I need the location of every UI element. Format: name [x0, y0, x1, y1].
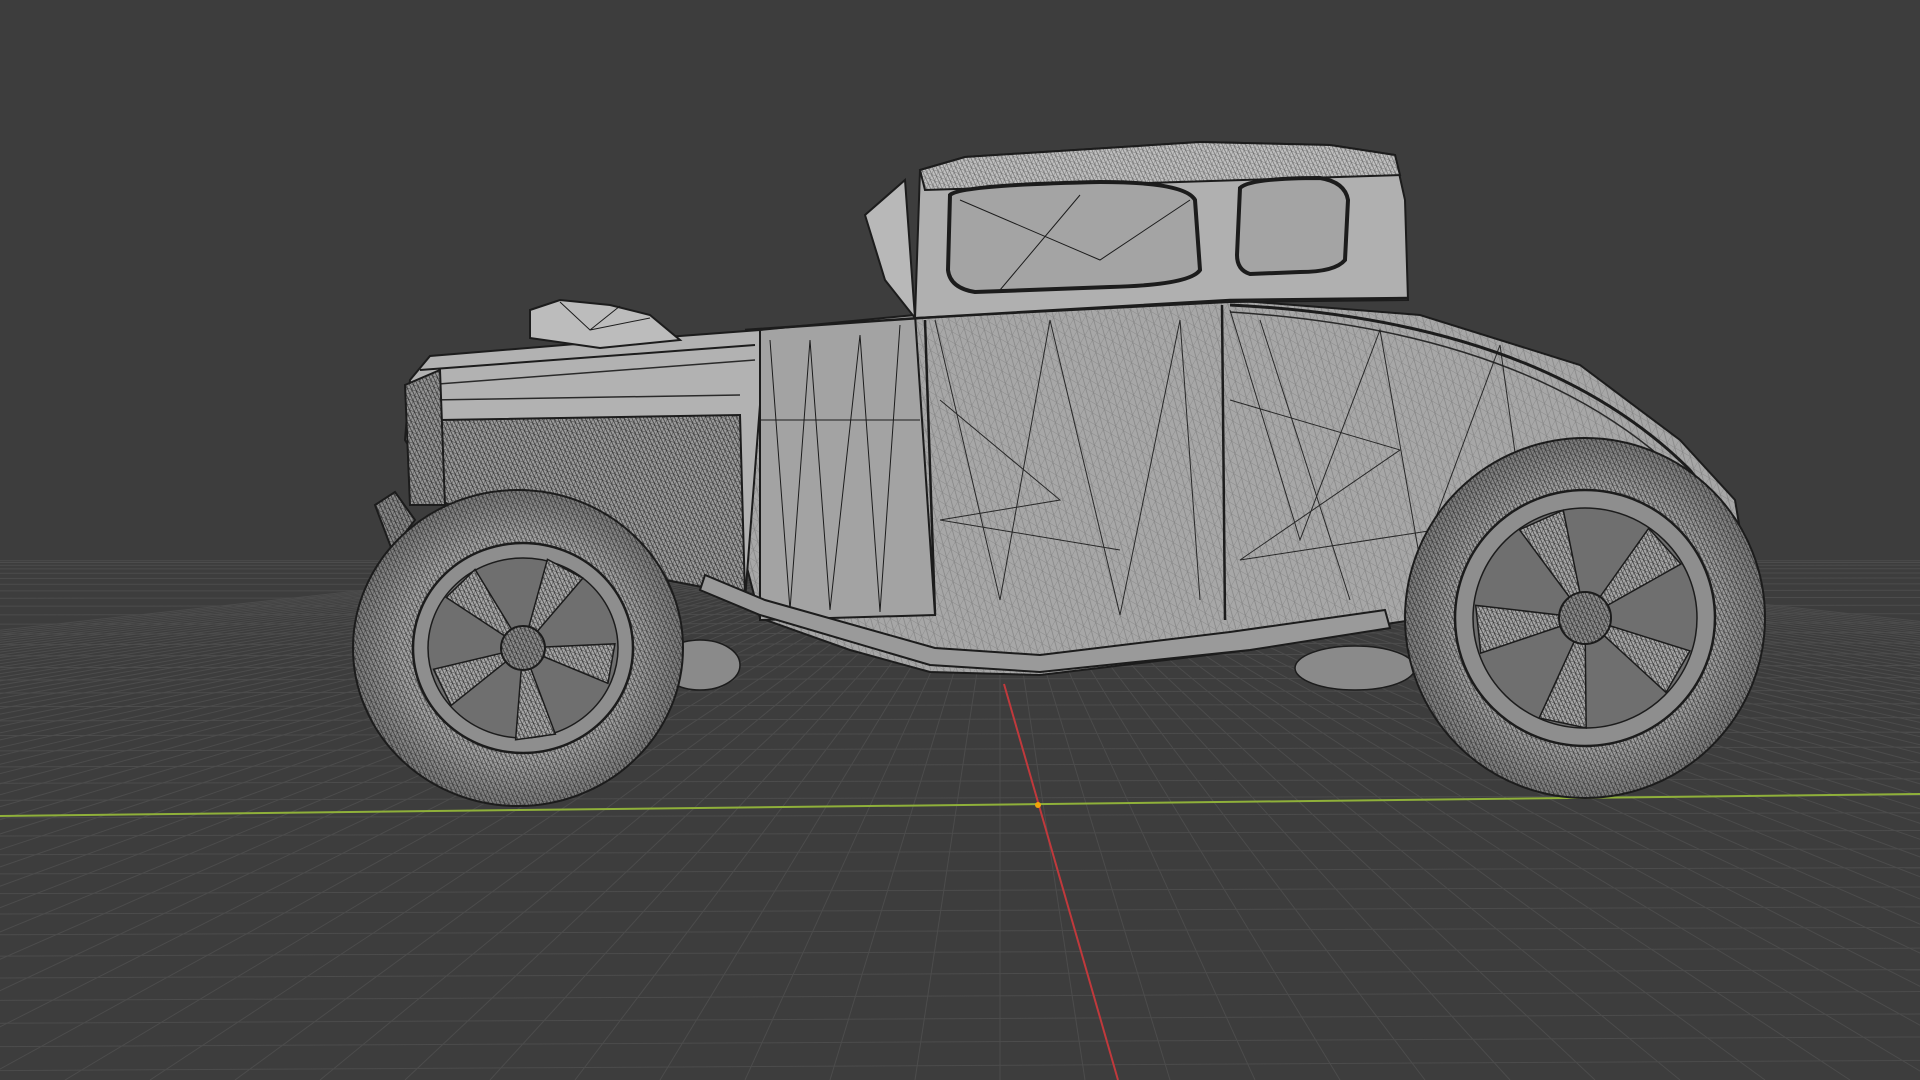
rear-undercarriage	[1294, 645, 1416, 691]
front-wheel	[352, 489, 684, 807]
3d-viewport[interactable]	[0, 0, 1920, 1080]
front-hub-wire	[501, 626, 545, 670]
viewport-canvas[interactable]	[0, 0, 1920, 1080]
grille-wireframe	[405, 370, 445, 505]
cowl-panel	[759, 313, 937, 622]
object-origin-point[interactable]	[1035, 802, 1041, 808]
rear-wheel	[1404, 437, 1766, 799]
rear-hub-wire	[1559, 592, 1611, 644]
side-window-front	[945, 179, 1203, 295]
side-window-rear	[1234, 175, 1351, 277]
